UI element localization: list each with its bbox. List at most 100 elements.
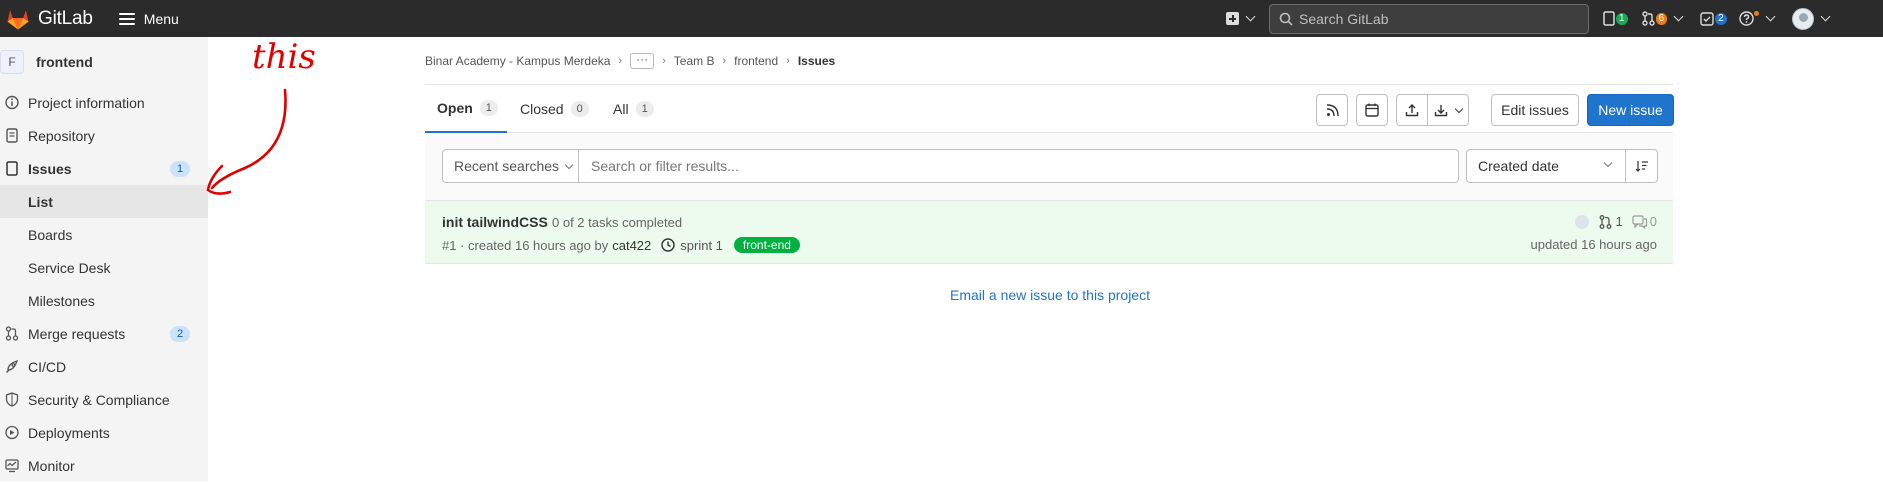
sidebar-item-list[interactable]: List: [0, 185, 208, 218]
gitlab-home-link[interactable]: GitLab: [4, 5, 93, 33]
shield-icon: [5, 392, 19, 407]
edit-issues-button[interactable]: Edit issues: [1491, 94, 1579, 126]
chevron-right-icon: ›: [618, 55, 623, 67]
comments-icon: [1632, 214, 1647, 229]
project-name: frontend: [36, 53, 93, 70]
create-new-dropdown[interactable]: [1226, 11, 1256, 25]
tab-all[interactable]: All 1: [613, 85, 654, 133]
info-icon: [5, 95, 19, 110]
issue-row[interactable]: init tailwindCSS 0 of 2 tasks completed …: [425, 201, 1673, 264]
project-avatar: F: [0, 49, 24, 74]
todos-count-badge: 2: [1715, 12, 1727, 25]
related-mr-count: 1: [1615, 214, 1623, 229]
user-menu[interactable]: [1791, 7, 1831, 30]
sidebar-item-label: Security & Compliance: [28, 391, 170, 408]
todos-shortcut[interactable]: 2: [1700, 11, 1727, 26]
filter-bar: Recent searches Search or filter results…: [425, 133, 1673, 201]
sidebar-project-header[interactable]: F frontend: [0, 37, 208, 86]
breadcrumb-subgroup[interactable]: Team B: [674, 54, 715, 68]
sort-by-dropdown[interactable]: Created date: [1466, 149, 1626, 183]
hamburger-icon: [118, 12, 135, 25]
issues-count-badge: 1: [1616, 12, 1628, 25]
issue-author-link[interactable]: cat422: [612, 238, 651, 253]
rss-icon: [1326, 103, 1339, 116]
top-navbar: GitLab Menu Search GitLab 1 6 2: [0, 0, 1883, 37]
sidebar-item-label: Project information: [28, 94, 145, 111]
issue-milestone[interactable]: sprint 1: [661, 238, 723, 253]
download-icon: [1434, 105, 1448, 117]
sidebar-item-service-desk[interactable]: Service Desk: [0, 251, 208, 284]
sidebar-item-ci-cd[interactable]: CI/CD: [0, 350, 208, 383]
sidebar-item-project-information[interactable]: Project information: [0, 86, 208, 119]
clock-icon: [661, 238, 675, 252]
sidebar-item-issues[interactable]: Issues 1: [0, 152, 208, 185]
menu-button[interactable]: Menu: [118, 10, 179, 27]
chevron-right-icon: ›: [786, 55, 790, 67]
merge-requests-shortcut[interactable]: 6: [1641, 11, 1684, 26]
issues-tabs-row: Open 1 Closed 0 All 1 Edit issues New is…: [425, 85, 1674, 133]
breadcrumb-ellipsis-button[interactable]: ···: [630, 53, 655, 69]
breadcrumb-current[interactable]: Issues: [798, 54, 835, 68]
gitlab-logo-icon: [7, 9, 29, 29]
new-issue-button[interactable]: New issue: [1587, 94, 1674, 126]
help-icon: [1738, 11, 1754, 26]
merge-request-icon: [1641, 11, 1655, 26]
issue-title-link[interactable]: init tailwindCSS: [442, 214, 548, 230]
calendar-button[interactable]: [1356, 94, 1388, 126]
menu-label: Menu: [143, 10, 179, 27]
assignee-avatar[interactable]: [1574, 214, 1589, 229]
issue-label-badge[interactable]: front-end: [733, 237, 800, 253]
sidebar-item-label: Milestones: [28, 292, 95, 309]
button-label: Edit issues: [1501, 102, 1569, 118]
sidebar-item-security-compliance[interactable]: Security & Compliance: [0, 383, 208, 416]
sidebar-item-merge-requests[interactable]: Merge requests 2: [0, 317, 208, 350]
tab-closed[interactable]: Closed 0: [520, 85, 589, 133]
tab-label: All: [613, 101, 629, 117]
filter-search-input[interactable]: Search or filter results...: [578, 149, 1459, 183]
handwritten-annotation-arrow: this: [206, 38, 316, 195]
mr-count-badge: 6: [1655, 12, 1668, 25]
recent-searches-dropdown[interactable]: Recent searches: [442, 149, 579, 183]
sidebar-item-label: Deployments: [28, 424, 110, 441]
email-new-issue-link[interactable]: Email a new issue to this project: [950, 287, 1150, 303]
issues-count-pill: 1: [170, 161, 190, 177]
search-placeholder: Search GitLab: [1299, 10, 1389, 27]
sidebar-item-boards[interactable]: Boards: [0, 218, 208, 251]
monitor-icon: [5, 459, 19, 473]
issue-updated-time: updated 16 hours ago: [1530, 237, 1658, 252]
doc-icon: [6, 128, 18, 143]
rocket-icon: [6, 359, 19, 373]
chevron-down-icon: [1673, 11, 1684, 22]
help-dropdown[interactable]: [1738, 11, 1776, 26]
search-input[interactable]: Search GitLab: [1269, 3, 1589, 34]
sidebar-item-label: Merge requests: [28, 325, 126, 342]
import-button[interactable]: [1396, 94, 1428, 126]
sidebar-item-label: List: [28, 193, 53, 210]
deploy-icon: [5, 425, 19, 440]
project-sidebar: F frontend Project information Repositor…: [0, 37, 208, 481]
recent-searches-label: Recent searches: [454, 158, 560, 174]
sidebar-item-label: CI/CD: [28, 358, 67, 375]
sidebar-item-milestones[interactable]: Milestones: [0, 284, 208, 317]
filter-placeholder: Search or filter results...: [591, 158, 739, 174]
button-label: New issue: [1598, 102, 1663, 118]
user-avatar: [1791, 7, 1814, 30]
sidebar-item-deployments[interactable]: Deployments: [0, 416, 208, 449]
sidebar-item-label: Service Desk: [28, 259, 111, 276]
issues-icon: [6, 161, 18, 176]
merge-requests-count-pill: 2: [170, 326, 190, 342]
sidebar-item-label: Issues: [28, 160, 72, 177]
issue-meta: #1 · created 16 hours ago by cat422 spri…: [442, 237, 800, 253]
sidebar-item-repository[interactable]: Repository: [0, 119, 208, 152]
tab-open[interactable]: Open 1: [425, 85, 507, 133]
sort-direction-button[interactable]: [1625, 149, 1658, 183]
rss-button[interactable]: [1316, 94, 1348, 126]
sort-descending-icon: [1635, 161, 1648, 172]
breadcrumb-project[interactable]: frontend: [734, 54, 778, 68]
issues-shortcut[interactable]: 1: [1603, 11, 1628, 26]
plus-square-icon: [1226, 12, 1239, 25]
comment-count: 0: [1649, 214, 1657, 229]
export-dropdown[interactable]: [1427, 94, 1469, 126]
breadcrumb-group[interactable]: Binar Academy - Kampus Merdeka: [425, 54, 610, 68]
sidebar-item-monitor[interactable]: Monitor: [0, 449, 208, 482]
